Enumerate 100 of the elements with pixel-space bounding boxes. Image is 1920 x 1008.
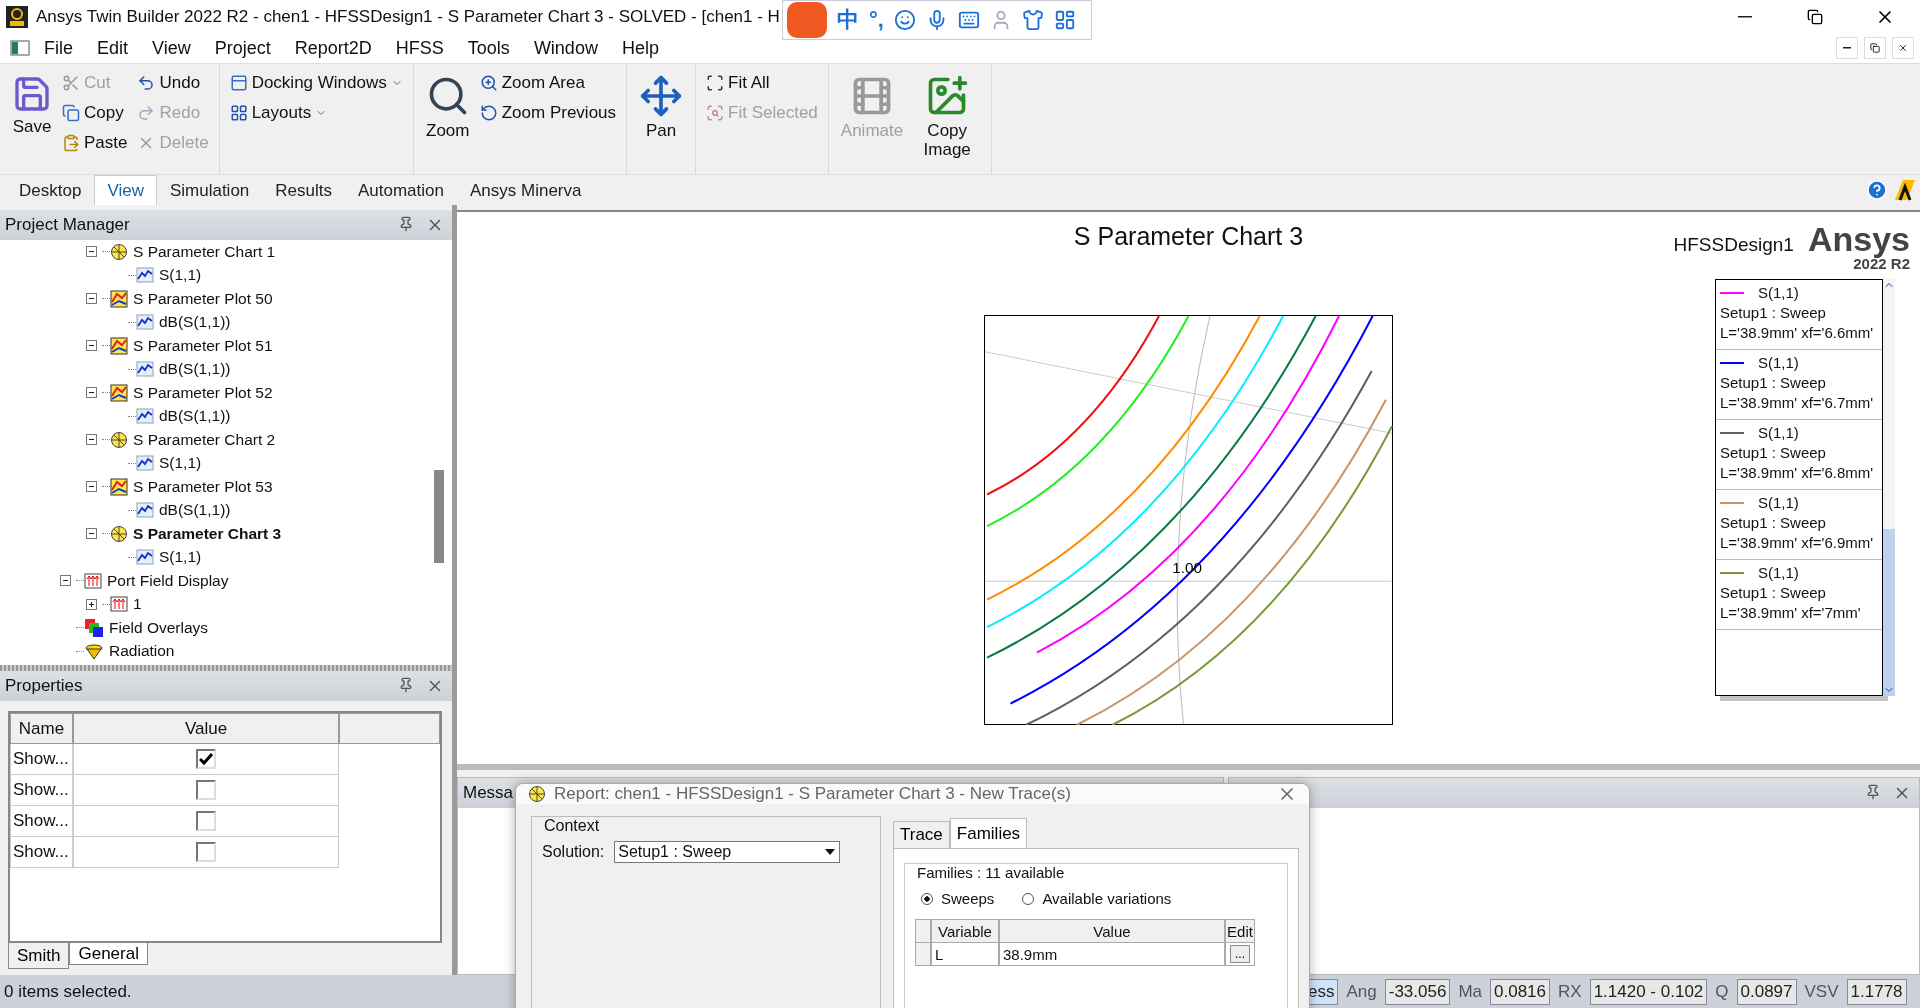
undo-icon [137,73,156,92]
dialog-tab[interactable]: Families [949,818,1028,848]
tree-item[interactable]: dB(S(1,1)) [159,501,231,520]
ribbon-tab[interactable]: Ansys Minerva [457,175,595,205]
ribbon-button[interactable]: Copy [60,100,130,125]
ribbon-button[interactable]: Zoom Previous [477,100,619,125]
solution-dropdown[interactable]: Setup1 : Sweep [614,841,841,863]
radio-option[interactable]: Sweeps [921,890,995,907]
checkbox[interactable] [196,842,216,862]
close-icon [1898,43,1908,53]
tree-item[interactable]: S Parameter Plot 53 [133,477,273,496]
smiley-icon[interactable] [893,9,916,31]
tree-item[interactable]: S Parameter Chart 1 [133,242,276,261]
tree-item[interactable]: S Parameter Chart 2 [133,430,276,449]
a-logo-icon [1894,179,1916,201]
smith-chart-icon [110,242,128,261]
collapse-toggle-icon[interactable] [86,434,97,446]
menu-item[interactable]: View [142,37,201,59]
menu-item[interactable]: File [34,37,83,59]
ribbon-tab[interactable]: Simulation [156,175,263,205]
menu-item[interactable]: HFSS [385,37,454,59]
trace-icon [136,361,154,378]
minimize-button[interactable] [1836,37,1858,59]
menu-item[interactable]: Help [611,37,669,59]
ribbon-button[interactable]: Layouts [227,100,405,125]
column-header[interactable]: Value [73,713,339,744]
menu-item[interactable]: Project [204,37,281,59]
tree-item[interactable]: dB(S(1,1)) [159,313,231,332]
tree-item[interactable]: dB(S(1,1)) [159,407,231,426]
trace-icon [136,549,154,566]
scrollbar-thumb[interactable] [434,470,444,563]
plot-icon [110,383,128,402]
checkbox[interactable] [196,780,216,800]
ime-mode-toggle[interactable]: °, [869,7,884,33]
shirt-icon[interactable] [1021,9,1044,31]
help-icon[interactable] [1866,179,1888,201]
tree-item[interactable]: Port Field Display [107,571,229,590]
menu-item[interactable]: Report2D [284,37,382,59]
collapse-toggle-icon[interactable] [86,528,97,540]
tree-item[interactable]: S(1,1) [159,548,202,567]
ribbon-button[interactable]: Save [8,70,56,141]
tree-item[interactable]: S Parameter Plot 50 [133,289,273,308]
collapse-toggle-icon[interactable] [86,387,97,399]
ribbon-button[interactable]: Zoom [421,70,474,145]
tree-item[interactable]: S Parameter Chart 3 [133,524,282,543]
ribbon-button[interactable]: Pan [635,70,688,145]
panel-tab[interactable]: Smith [8,943,70,969]
tree-item[interactable]: Field Overlays [109,618,209,637]
redo-icon [137,103,156,122]
close-button[interactable] [1892,37,1914,59]
checkbox[interactable] [196,749,216,769]
menu-item[interactable]: Edit [87,37,139,59]
collapse-toggle-icon[interactable] [86,246,97,258]
tree-item[interactable]: S(1,1) [159,454,202,473]
keyboard-icon[interactable] [957,9,980,31]
radio-button[interactable] [921,892,933,905]
menu-item[interactable]: Window [523,37,608,59]
ribbon-button[interactable]: Fit All [704,70,820,95]
ribbon-button[interactable]: Paste [60,130,130,155]
tree-item[interactable]: 1 [133,595,142,614]
ribbon-tab[interactable]: Automation [345,175,457,205]
collapse-toggle-icon[interactable] [86,340,97,352]
column-header[interactable]: Variable [931,919,999,943]
scrollbar[interactable] [1883,279,1895,696]
ribbon-button[interactable]: Docking Windows [227,70,405,95]
ime-mode-toggle[interactable]: 中 [837,5,859,35]
collapse-toggle-icon[interactable] [86,481,97,493]
tree-item[interactable]: S Parameter Plot 52 [133,383,273,402]
trace-icon [136,314,154,331]
ribbon-tab[interactable]: Results [262,175,345,205]
collapse-toggle-icon[interactable] [86,293,97,305]
ribbon-button[interactable]: Undo [135,70,211,95]
panel-tab[interactable]: General [69,943,148,965]
grid-icon[interactable] [1053,9,1076,31]
collapse-toggle-icon[interactable] [60,575,71,587]
radiation-icon [84,642,104,661]
edit-button[interactable]: ... [1230,945,1250,963]
pin-icon[interactable] [398,216,414,232]
ribbon-button[interactable]: Zoom Area [477,70,619,95]
tree-item[interactable]: dB(S(1,1)) [159,360,231,379]
pin-icon[interactable] [1865,784,1881,800]
tree-item[interactable]: S(1,1) [159,266,202,285]
column-header[interactable]: Edit [1225,919,1255,943]
expand-toggle-icon[interactable] [86,598,97,610]
variation-label: L='38.9mm' xf='6.9mm' [1720,533,1875,553]
tree-item[interactable]: Radiation [109,642,175,661]
checkbox[interactable] [196,811,216,831]
menu-item[interactable]: Tools [457,37,520,59]
column-header[interactable]: Name [10,713,73,744]
dialog-tab[interactable]: Trace [893,821,950,848]
ribbon-button[interactable]: Copy Image [911,70,984,164]
ribbon-tab[interactable]: Desktop [6,175,95,205]
restore-button[interactable] [1864,37,1886,59]
pin-icon[interactable] [398,677,414,693]
radio-button[interactable] [1022,892,1035,905]
status-value: 0.0816 [1490,978,1550,1005]
column-header[interactable]: Value [999,919,1225,943]
radio-option[interactable]: Available variations [1022,890,1172,907]
ribbon-tab[interactable]: View [94,175,157,205]
tree-item[interactable]: S Parameter Plot 51 [133,336,273,355]
